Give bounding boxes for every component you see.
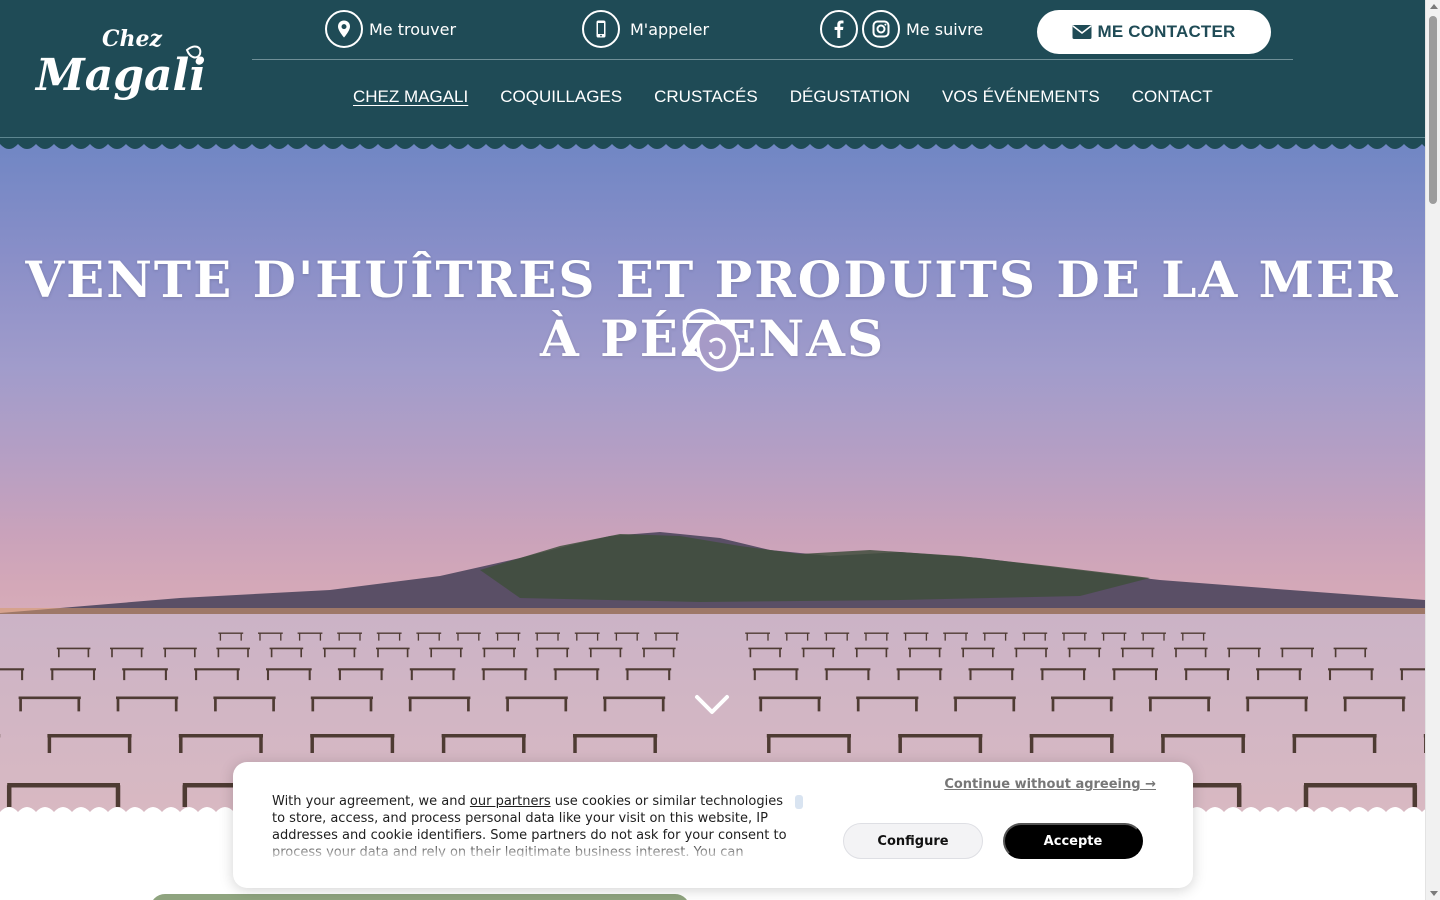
configure-button[interactable]: Configure (843, 823, 983, 859)
main-navigation: CHEZ MAGALI COQUILLAGES CRUSTACÉS DÉGUST… (337, 84, 1229, 110)
accept-button[interactable]: Accepte (1003, 823, 1143, 859)
hero-banner: VENTE D'HUÎTRES ET PRODUITS DE LA MER À … (0, 138, 1425, 818)
scroll-thumb[interactable] (1429, 16, 1437, 204)
call-us-label: M'appeler (630, 19, 710, 39)
nav-chez-magali[interactable]: CHEZ MAGALI (337, 84, 484, 110)
location-pin-icon (325, 10, 363, 48)
section-card-top (150, 894, 690, 900)
nav-degustation[interactable]: DÉGUSTATION (774, 84, 926, 110)
facebook-icon[interactable] (820, 10, 858, 48)
find-us-label: Me trouver (369, 19, 457, 39)
envelope-icon (1072, 25, 1092, 39)
call-us-link[interactable]: M'appeler (582, 10, 709, 48)
contact-me-button[interactable]: ME CONTACTER (1037, 10, 1271, 54)
cookie-text-fade (272, 842, 792, 860)
chez-magali-logo[interactable]: Chez Magali (32, 22, 207, 112)
nav-crustaces[interactable]: CRUSTACÉS (638, 84, 774, 110)
cookie-text-before: With your agreement, we and (272, 794, 470, 809)
follow-us-label: Me suivre (906, 19, 984, 39)
logo-mark: Chez Magali (34, 26, 206, 101)
our-partners-link[interactable]: our partners (470, 794, 551, 809)
nav-coquillages[interactable]: COQUILLAGES (484, 84, 638, 110)
nav-vos-evenements[interactable]: VOS ÉVÉNEMENTS (926, 84, 1116, 110)
logo-main-text: Magali (34, 50, 206, 101)
cookie-text-scrollbar[interactable] (795, 795, 803, 809)
find-us-link[interactable]: Me trouver (325, 10, 456, 48)
nav-contact[interactable]: CONTACT (1116, 84, 1229, 110)
cookie-consent-banner: Continue without agreeing → With your ag… (233, 762, 1193, 888)
follow-us-group: Me suivre (820, 10, 983, 48)
page-scrollbar[interactable] (1425, 0, 1440, 900)
smartphone-icon (582, 10, 620, 48)
logo-top-text: Chez (102, 26, 163, 52)
scroll-up-arrow[interactable] (1430, 4, 1438, 9)
scroll-down-arrow[interactable] (1430, 891, 1438, 896)
site-header: Chez Magali Me trouver M'appeler Me suiv… (0, 0, 1425, 138)
continue-without-agreeing-link[interactable]: Continue without agreeing → (944, 777, 1156, 792)
instagram-icon[interactable] (862, 10, 900, 48)
hero-top-wave (0, 138, 1425, 149)
header-divider (252, 59, 1293, 60)
oyster-icon (682, 308, 741, 372)
contact-me-label: ME CONTACTER (1097, 22, 1236, 41)
chevron-down-icon[interactable] (694, 692, 730, 718)
